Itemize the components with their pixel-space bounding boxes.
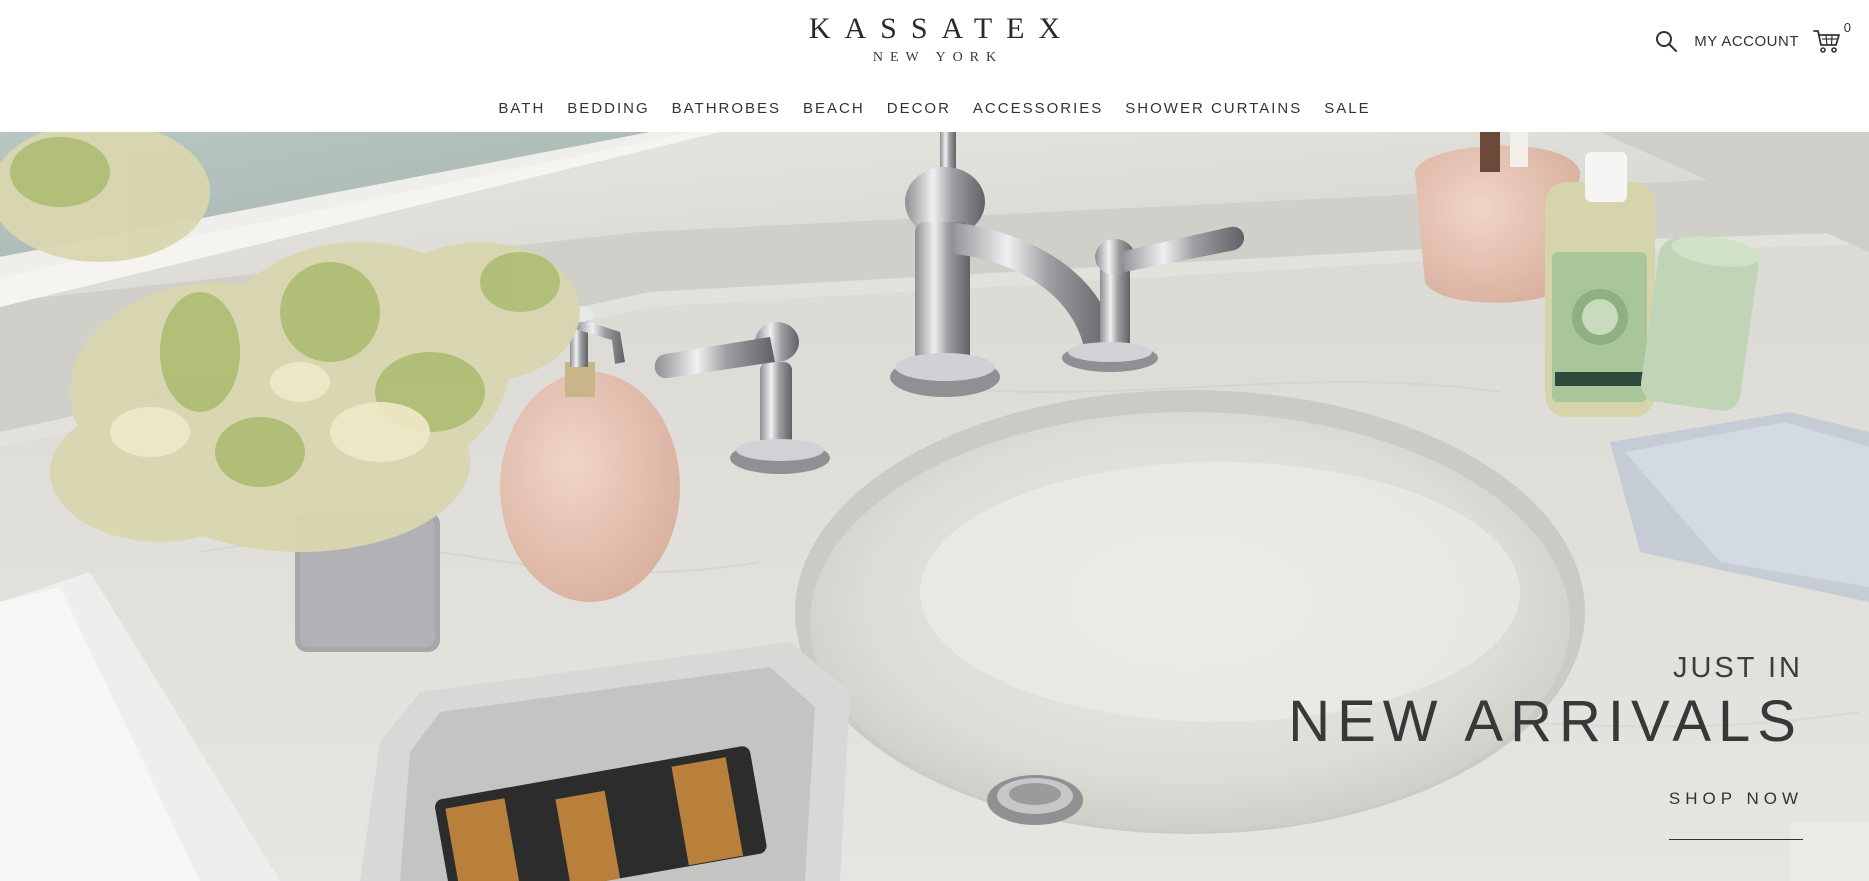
hero-headline: NEW ARRIVALS [1288,689,1803,754]
shopping-cart-icon[interactable]: 0 [1813,20,1851,54]
main-nav: BATH BEDDING BATHROBES BEACH DECOR ACCES… [0,100,1869,117]
hero-banner[interactable]: JUST IN NEW ARRIVALS SHOP NOW [0,132,1869,881]
nav-item-sale[interactable]: SALE [1324,100,1370,117]
hero-copy: JUST IN NEW ARRIVALS SHOP NOW [1288,652,1803,840]
header-utilities: MY ACCOUNT 0 [1654,20,1851,54]
shop-now-button[interactable]: SHOP NOW [1668,789,1803,840]
nav-item-decor[interactable]: DECOR [887,100,951,117]
nav-item-bath[interactable]: BATH [498,100,545,117]
search-icon[interactable] [1654,29,1678,53]
hero-eyebrow: JUST IN [1672,652,1803,684]
cart-count-badge: 0 [1843,20,1851,35]
nav-item-bedding[interactable]: BEDDING [567,100,649,117]
nav-item-bathrobes[interactable]: BATHROBES [672,100,781,117]
nav-item-accessories[interactable]: ACCESSORIES [973,100,1103,117]
nav-item-shower-curtains[interactable]: SHOWER CURTAINS [1125,100,1302,117]
brand-logo[interactable]: KASSATEX NEW YORK [0,12,1869,66]
site-header: KASSATEX NEW YORK MY ACCOUNT 0 BATH BEDD… [0,0,1869,132]
brand-name: KASSATEX [808,12,1075,45]
brand-subtitle: NEW YORK [872,50,1004,65]
nav-item-beach[interactable]: BEACH [803,100,865,117]
my-account-link[interactable]: MY ACCOUNT [1694,33,1799,50]
